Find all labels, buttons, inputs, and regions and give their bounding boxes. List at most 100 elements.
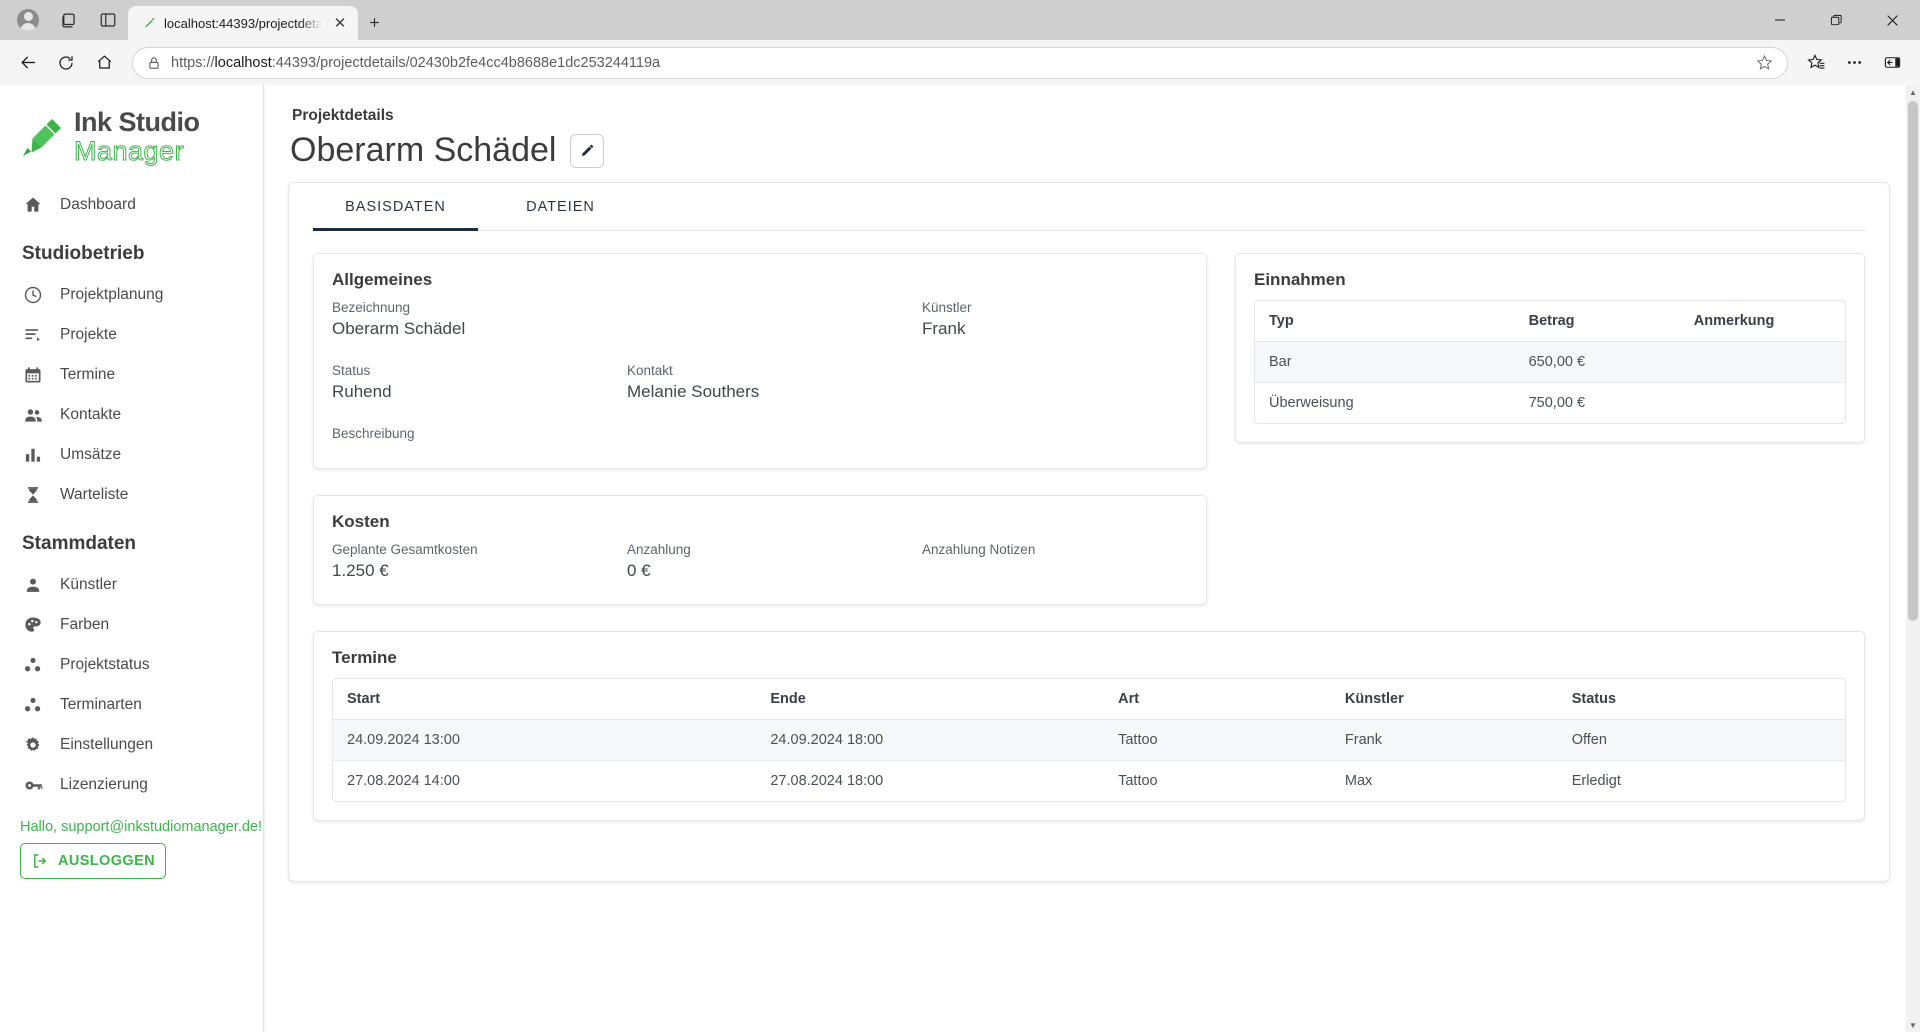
sidebar-section-title-stammdaten: Stammdaten [22, 533, 137, 554]
minimize-button[interactable] [1752, 0, 1808, 40]
workspaces-button[interactable] [48, 3, 88, 37]
project-details-card: BASISDATEN DATEIEN Allgemeines Bezeichnu… [288, 182, 1890, 882]
address-bar[interactable]: https://localhost:44393/projectdetails/0… [132, 46, 1788, 79]
table-head: Typ Betrag Anmerkung [1255, 301, 1845, 342]
table-body: 24.09.2024 13:00 24.09.2024 18:00 Tattoo… [333, 719, 1845, 802]
address-bar-url: https://localhost:44393/projectdetails/0… [171, 54, 661, 71]
sidebar-item-umsaetze[interactable]: Umsätze [0, 435, 263, 475]
field-value [332, 445, 1188, 467]
sidebar-item-projektstatus[interactable]: Projektstatus [0, 645, 263, 685]
favorite-button[interactable] [1751, 50, 1777, 76]
sidebar-item-einstellungen[interactable]: Einstellungen [0, 725, 263, 765]
home-button[interactable] [86, 46, 122, 80]
browser-tab-title: localhost:44393/projectdetails/02… [164, 15, 322, 31]
tab-label: DATEIEN [526, 198, 595, 215]
table-row[interactable]: 24.09.2024 13:00 24.09.2024 18:00 Tattoo… [333, 719, 1845, 761]
workspaces-icon [61, 13, 75, 27]
sidebar-item-warteliste[interactable]: Warteliste [0, 475, 263, 515]
browser-essentials-button[interactable] [1874, 46, 1910, 80]
tab-actions-button[interactable] [88, 3, 128, 37]
bubbles-icon [22, 654, 44, 676]
scroll-down-icon[interactable]: ▼ [1906, 1018, 1920, 1032]
favorites-button[interactable] [1798, 46, 1834, 80]
favorites-list-icon [1806, 54, 1824, 69]
einnahmen-title: Einnahmen [1254, 270, 1346, 289]
sidebar-item-label: Lizenzierung [60, 776, 148, 793]
column-header-ende[interactable]: Ende [756, 679, 1105, 720]
details-grid: Allgemeines Bezeichnung Oberarm Schädel … [313, 231, 1865, 605]
logout-button[interactable]: AUSLOGGEN [20, 843, 166, 879]
pencil-edit-icon [582, 144, 594, 156]
sidebar-item-projektplanung[interactable]: Projektplanung [0, 275, 263, 315]
new-tab-button[interactable] [358, 7, 390, 37]
sidebar-item-kontakte[interactable]: Kontakte [0, 395, 263, 435]
minimize-icon [1775, 19, 1785, 21]
table-row[interactable]: Überweisung 750,00 € [1255, 383, 1845, 424]
page-title-row: Oberarm Schädel [288, 131, 1890, 170]
app-logo[interactable]: Ink Studio Manager [0, 91, 263, 179]
bar-chart-icon [22, 444, 44, 466]
field-value: Frank [922, 319, 966, 338]
home-icon [97, 55, 111, 69]
window-close-icon [1886, 14, 1898, 26]
more-ellipsis-icon [1847, 61, 1861, 64]
tab-actions-icon [100, 13, 116, 27]
table-row[interactable]: Bar 650,00 € [1255, 341, 1845, 383]
field-anzahlung-notizen: Anzahlung Notizen [922, 542, 1188, 583]
sidebar-item-kuenstler[interactable]: Künstler [0, 565, 263, 605]
tab-basisdaten[interactable]: BASISDATEN [313, 183, 478, 231]
window-close-button[interactable] [1864, 0, 1920, 40]
person-icon [22, 574, 44, 596]
cell-art: Tattoo [1118, 773, 1158, 789]
restore-icon [1830, 14, 1842, 25]
sidebar-item-farben[interactable]: Farben [0, 605, 263, 645]
page-scrollbar[interactable]: ▲ ▼ [1906, 85, 1920, 1032]
key-icon [22, 774, 44, 796]
column-header-kuenstler[interactable]: Künstler [1330, 679, 1558, 720]
sidebar-item-dashboard[interactable]: Dashboard [0, 185, 263, 225]
browser-tab[interactable]: localhost:44393/projectdetails/02… ✕ [128, 6, 358, 40]
account-avatar-icon [17, 9, 39, 31]
left-column: Allgemeines Bezeichnung Oberarm Schädel … [313, 253, 1207, 605]
cell-betrag: 650,00 € [1514, 341, 1680, 383]
back-button[interactable] [10, 46, 46, 80]
cell-kuenstler: Max [1344, 773, 1373, 789]
scroll-up-icon[interactable]: ▲ [1906, 85, 1920, 99]
column-header-anmerkung[interactable]: Anmerkung [1679, 301, 1845, 342]
sidebar-item-lizenzierung[interactable]: Lizenzierung [0, 765, 263, 805]
sidebar-item-termine[interactable]: Termine [0, 355, 263, 395]
tab-dateien[interactable]: DATEIEN [478, 183, 643, 230]
table-row[interactable]: 27.08.2024 14:00 27.08.2024 18:00 Tattoo… [333, 761, 1845, 802]
profile-avatar-button[interactable] [8, 3, 48, 37]
tab-bar: BASISDATEN DATEIEN [313, 183, 1865, 231]
kosten-title: Kosten [332, 512, 390, 531]
scrollbar-thumb[interactable] [1908, 101, 1918, 621]
field-kontakt: Kontakt Melanie Southers [627, 363, 1188, 404]
settings-and-more-button[interactable] [1836, 46, 1872, 80]
edit-project-button[interactable] [570, 133, 605, 168]
logo-text-secondary: Manager [74, 136, 185, 166]
close-icon[interactable]: ✕ [330, 13, 350, 33]
maximize-button[interactable] [1808, 0, 1864, 40]
site-information-lock-icon[interactable] [147, 56, 161, 70]
logout-icon [33, 854, 47, 868]
star-icon [1756, 54, 1772, 70]
reload-button[interactable] [48, 46, 84, 80]
breadcrumb: Projektdetails [292, 107, 394, 124]
column-header-typ[interactable]: Typ [1255, 301, 1515, 342]
field-value: Melanie Southers [627, 382, 760, 401]
sidebar-item-projekte[interactable]: Projekte [0, 315, 263, 355]
column-header-art[interactable]: Art [1104, 679, 1331, 720]
column-header-status[interactable]: Status [1557, 679, 1845, 720]
home-icon [22, 194, 44, 216]
tab-label: BASISDATEN [345, 198, 446, 215]
column-header-start[interactable]: Start [333, 679, 757, 720]
column-header-betrag[interactable]: Betrag [1514, 301, 1680, 342]
cell-start: 27.08.2024 14:00 [347, 773, 460, 789]
sidebar-item-terminarten[interactable]: Terminarten [0, 685, 263, 725]
cell-kuenstler: Frank [1330, 719, 1558, 761]
allgemeines-row-2: Status Ruhend Kontakt Melanie Southers [332, 363, 1188, 404]
sidebar-item-label: Künstler [60, 576, 117, 593]
